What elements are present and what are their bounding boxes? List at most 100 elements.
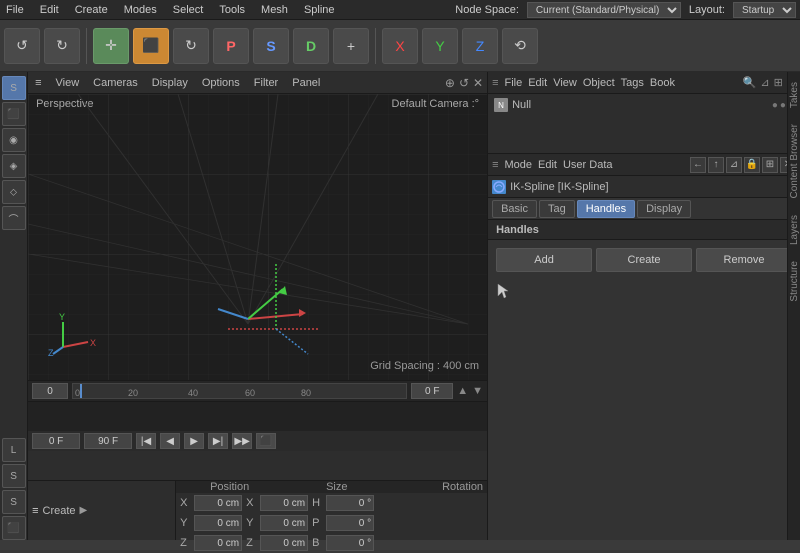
menu-tools[interactable]: Tools [217,4,247,16]
undo-button[interactable]: ↺ [4,28,40,64]
rotate-axis-button[interactable]: ⟲ [502,28,538,64]
vtab-layers[interactable]: Layers [787,211,800,249]
vp-icon-1[interactable]: ⊕ [445,76,455,90]
attr-menu-edit[interactable]: Edit [538,159,557,171]
menu-spline[interactable]: Spline [302,4,337,16]
vp-icon-3[interactable]: ✕ [473,76,483,90]
sz-input[interactable] [260,535,308,551]
menu-select[interactable]: Select [171,4,206,16]
sy-input[interactable] [260,515,308,531]
pz-input[interactable] [194,535,242,551]
vp-cameras[interactable]: Cameras [90,77,141,89]
tab-handles[interactable]: Handles [577,200,635,218]
current-frame-input[interactable] [32,433,80,449]
vp-panel[interactable]: Panel [289,77,323,89]
attr-menu-mode[interactable]: Mode [504,159,532,171]
tab-display[interactable]: Display [637,200,691,218]
add-button[interactable]: + [333,28,369,64]
obj-settings-icon[interactable]: ⊞ [774,76,783,89]
attr-back-button[interactable]: ← [690,157,706,173]
timeline-start-input[interactable] [32,383,68,399]
obj-menu-object[interactable]: Object [583,77,615,89]
menu-edit[interactable]: Edit [38,4,61,16]
vp-options[interactable]: Options [199,77,243,89]
attr-menu-userdata[interactable]: User Data [563,159,613,171]
vis-icon-2[interactable]: ● [780,100,786,111]
sidebar-icon-s2[interactable]: S [2,490,26,514]
menu-modes[interactable]: Modes [122,4,159,16]
prev-frame-button[interactable]: ◀ [160,433,180,449]
vp-filter[interactable]: Filter [251,77,281,89]
menu-mesh[interactable]: Mesh [259,4,290,16]
layout-select[interactable]: Startup [733,2,796,18]
skip-end-button[interactable]: ▶▶ [232,433,252,449]
move-tool-button[interactable]: ✛ [93,28,129,64]
sidebar-icon-7[interactable]: L [2,438,26,462]
sidebar-icon-4[interactable]: ◈ [2,154,26,178]
tab-tag[interactable]: Tag [539,200,575,218]
remove-handle-button[interactable]: Remove [696,248,792,272]
next-frame-button[interactable]: ▶| [208,433,228,449]
py-input[interactable] [194,515,242,531]
attr-hamburger[interactable]: ≡ [492,159,498,171]
menu-create[interactable]: Create [73,4,110,16]
obj-hamburger[interactable]: ≡ [492,77,498,89]
obj-filter-icon[interactable]: ⊿ [760,76,769,89]
x-axis-button[interactable]: X [382,28,418,64]
stop-button[interactable]: ⬛ [256,433,276,449]
timeline-end-input[interactable] [411,383,453,399]
vtab-structure[interactable]: Structure [787,257,800,306]
obj-search-icon[interactable]: 🔍 [743,76,757,89]
obj-item-null[interactable]: N Null ● ● ● [490,96,798,114]
obj-menu-file[interactable]: File [504,77,522,89]
vtab-takes[interactable]: Takes [787,78,800,112]
rz-input[interactable] [326,535,374,551]
attr-settings-button[interactable]: ⊞ [762,157,778,173]
scale-tool-button[interactable]: ⬛ [133,28,169,64]
add-handle-button[interactable]: Add [496,248,592,272]
skip-start-button[interactable]: |◀ [136,433,156,449]
obj-menu-tags[interactable]: Tags [621,77,644,89]
vp-hamburger[interactable]: ≡ [32,77,44,89]
fps-input[interactable] [84,433,132,449]
rotate-tool-button[interactable]: ↻ [173,28,209,64]
viewport-3d[interactable]: Perspective Default Camera :° [28,94,487,380]
tab-basic[interactable]: Basic [492,200,537,218]
rx-input[interactable] [326,495,374,511]
play-button[interactable]: ▶ [184,433,204,449]
sidebar-icon-1[interactable]: S [2,76,26,100]
d-button[interactable]: D [293,28,329,64]
p-button[interactable]: P [213,28,249,64]
menu-file[interactable]: File [4,4,26,16]
sidebar-icon-s[interactable]: S [2,464,26,488]
node-space-select[interactable]: Current (Standard/Physical) [527,2,681,18]
create-arrow-icon[interactable]: ▶ [80,505,88,516]
redo-button[interactable]: ↻ [44,28,80,64]
obj-menu-edit[interactable]: Edit [528,77,547,89]
s-button[interactable]: S [253,28,289,64]
timeline-bar[interactable]: 0 20 40 60 80 [72,383,407,399]
sidebar-icon-bottom[interactable]: ⬛ [2,516,26,540]
y-axis-button[interactable]: Y [422,28,458,64]
vtab-content-browser[interactable]: Content Browser [787,120,800,202]
sx-input[interactable] [260,495,308,511]
attr-up-button[interactable]: ↑ [708,157,724,173]
create-handle-button[interactable]: Create [596,248,692,272]
attr-lock-button[interactable]: 🔒 [744,157,760,173]
obj-menu-view[interactable]: View [553,77,577,89]
timeline-down-arrow[interactable]: ▼ [472,385,483,397]
obj-menu-book[interactable]: Book [650,77,675,89]
px-input[interactable] [194,495,242,511]
z-axis-button[interactable]: Z [462,28,498,64]
sidebar-icon-6[interactable]: ⌒ [2,206,26,230]
timeline-up-arrow[interactable]: ▲ [457,385,468,397]
vp-view[interactable]: View [53,77,83,89]
vis-icon-1[interactable]: ● [772,100,778,111]
ry-input[interactable] [326,515,374,531]
vp-display[interactable]: Display [149,77,191,89]
sidebar-icon-3[interactable]: ◉ [2,128,26,152]
sidebar-icon-2[interactable]: ⬛ [2,102,26,126]
attr-filter-button[interactable]: ⊿ [726,157,742,173]
sidebar-icon-5[interactable]: ⬦ [2,180,26,204]
vp-icon-2[interactable]: ↺ [459,76,469,90]
